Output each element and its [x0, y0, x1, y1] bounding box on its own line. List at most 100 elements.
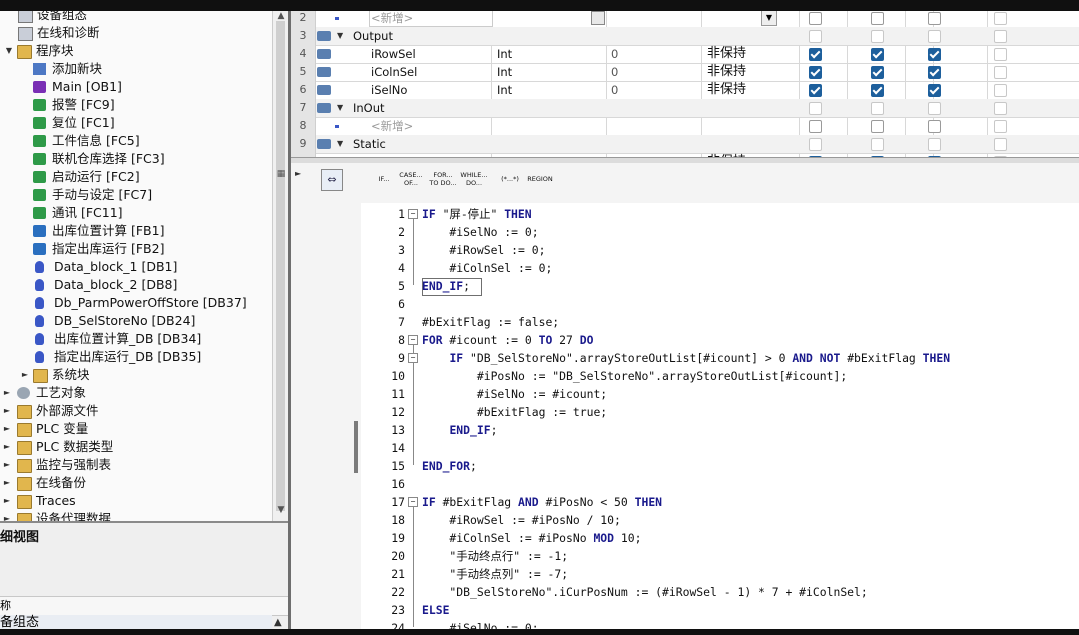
tree-item[interactable]: ► 工艺对象 [0, 384, 272, 402]
code-line[interactable]: 24 #iSelNo := 0; [361, 619, 1079, 629]
comment-snippet-button[interactable]: (*...*) [495, 175, 525, 203]
code-line[interactable]: 9− IF "DB_SelStoreNo".arrayStoreOutList[… [361, 349, 1079, 367]
visibility-checkbox[interactable] [871, 30, 884, 43]
visibility-checkbox[interactable] [928, 66, 941, 79]
tree-item[interactable]: Data_block_2 [DB8] [0, 276, 272, 294]
code-text[interactable]: #iColnSel := 0; [422, 259, 552, 277]
region-snippet-button[interactable]: REGION [525, 175, 555, 203]
variable-name[interactable]: iRowSel [371, 45, 416, 63]
code-line[interactable]: 1− IF "屏-停止" THEN [361, 205, 1079, 223]
tree-item[interactable]: ► 在线备份 [0, 474, 272, 492]
scl-code-editor[interactable]: 1− IF "屏-停止" THEN 2 #iSelNo := 0; 3 #iRowSe… [361, 203, 1079, 629]
collapsed-arrow-icon[interactable]: ► [20, 366, 30, 384]
collapsed-arrow-icon[interactable]: ► [2, 402, 12, 420]
fold-toggle-icon[interactable]: − [408, 353, 418, 363]
tree-item[interactable]: 报警 [FC9] [0, 96, 272, 114]
tree-item[interactable]: 通讯 [FC11] [0, 204, 272, 222]
code-text[interactable]: "DB_SelStoreNo".iCurPosNum := (#iRowSel … [422, 583, 867, 601]
code-text[interactable]: #iRowSel := 0; [422, 241, 545, 259]
browse-icon[interactable] [591, 11, 605, 25]
tree-item[interactable]: Main [OB1] [0, 78, 272, 96]
setpoint-checkbox[interactable] [994, 102, 1007, 115]
interface-row[interactable]: 5 iColnSel Int 0 非保持 [291, 63, 1079, 82]
code-text[interactable]: #iPosNo := "DB_SelStoreNo".arrayStoreOut… [422, 367, 847, 385]
data-type[interactable]: Int [497, 45, 512, 63]
visibility-checkbox[interactable] [928, 120, 941, 133]
tree-item[interactable]: ► PLC 数据类型 [0, 438, 272, 456]
visibility-checkbox[interactable] [871, 120, 884, 133]
while-snippet-button[interactable]: WHILE... DO... [459, 171, 489, 199]
code-line[interactable]: 13 END_IF; [361, 421, 1079, 439]
instruction-palette-icon[interactable]: ⇔ [321, 169, 343, 191]
variable-name[interactable]: iSelNo [371, 81, 407, 99]
tree-item[interactable]: ► 设备代理数据 [0, 510, 272, 521]
code-line[interactable]: 2 #iSelNo := 0; [361, 223, 1079, 241]
visibility-checkbox[interactable] [928, 48, 941, 61]
visibility-checkbox[interactable] [871, 66, 884, 79]
tree-item[interactable]: ► PLC 变量 [0, 420, 272, 438]
code-line[interactable]: 14 [361, 439, 1079, 457]
expand-arrow-icon[interactable]: ▼ [337, 27, 343, 45]
variable-name[interactable]: InOut [353, 99, 385, 117]
default-value[interactable]: 0 [611, 81, 618, 99]
tree-item[interactable]: Data_block_1 [DB1] [0, 258, 272, 276]
data-type[interactable]: Int [497, 81, 512, 99]
setpoint-checkbox[interactable] [994, 84, 1007, 97]
tree-scrollbar[interactable]: ▲ ▦ ▼ [272, 11, 289, 521]
interface-row[interactable]: 2 <新增> ▼ [291, 11, 1079, 28]
code-text[interactable]: END_IF; [422, 421, 497, 439]
interface-row[interactable]: 6 iSelNo Int 0 非保持 [291, 81, 1079, 100]
visibility-checkbox[interactable] [871, 102, 884, 115]
tree-item[interactable]: 指定出库运行 [FB2] [0, 240, 272, 258]
data-type[interactable]: Int [497, 63, 512, 81]
code-text[interactable]: "手动终点列" := -7; [422, 565, 568, 583]
code-text[interactable]: END_IF; [422, 277, 470, 295]
setpoint-checkbox[interactable] [994, 66, 1007, 79]
tree-item[interactable]: 出库位置计算 [FB1] [0, 222, 272, 240]
tree-item[interactable]: ► 系统块 [0, 366, 272, 384]
variable-name[interactable]: Output [353, 27, 393, 45]
fold-toggle-icon[interactable]: − [408, 335, 418, 345]
code-text[interactable]: #bExitFlag := false; [422, 313, 559, 331]
retain-value[interactable]: 非保持 [707, 63, 746, 81]
collapsed-arrow-icon[interactable]: ► [2, 492, 12, 510]
setpoint-checkbox[interactable] [994, 48, 1007, 61]
collapsed-arrow-icon[interactable]: ► [2, 384, 12, 402]
variable-name[interactable]: iColnSel [371, 63, 417, 81]
visibility-checkbox[interactable] [871, 84, 884, 97]
code-line[interactable]: 15 END_FOR; [361, 457, 1079, 475]
code-line[interactable]: 19 #iColnSel := #iPosNo MOD 10; [361, 529, 1079, 547]
code-line[interactable]: 20 "手动终点行" := -1; [361, 547, 1079, 565]
expand-arrow-icon[interactable]: ▼ [4, 42, 14, 60]
variable-name[interactable]: Static [353, 135, 386, 153]
interface-row[interactable]: 9 ▼ Static [291, 135, 1079, 154]
visibility-checkbox[interactable] [809, 102, 822, 115]
tree-item[interactable]: 复位 [FC1] [0, 114, 272, 132]
code-line[interactable]: 5 END_IF; [361, 277, 1079, 296]
tree-item[interactable]: 出库位置计算_DB [DB34] [0, 330, 272, 348]
code-text[interactable]: #iSelNo := #icount; [422, 385, 607, 403]
code-line[interactable]: 8− FOR #icount := 0 TO 27 DO [361, 331, 1079, 349]
collapsed-arrow-icon[interactable]: ► [2, 438, 12, 456]
collapsed-arrow-icon[interactable]: ► [2, 510, 12, 521]
code-line[interactable]: 16 [361, 475, 1079, 493]
setpoint-checkbox[interactable] [994, 120, 1007, 133]
visibility-checkbox[interactable] [928, 30, 941, 43]
scroll-up-icon[interactable]: ▲ [273, 11, 289, 21]
tree-item[interactable]: 联机仓库选择 [FC3] [0, 150, 272, 168]
visibility-checkbox[interactable] [928, 84, 941, 97]
collapsed-arrow-icon[interactable]: ► [2, 456, 12, 474]
code-text[interactable]: #iRowSel := #iPosNo / 10; [422, 511, 620, 529]
visibility-checkbox[interactable] [871, 12, 884, 25]
dropdown-arrow-icon[interactable]: ▼ [761, 11, 777, 26]
scrollbar-thumb[interactable] [276, 21, 285, 511]
code-text[interactable]: #iSelNo := 0; [422, 619, 538, 629]
tree-item[interactable]: 启动运行 [FC2] [0, 168, 272, 186]
code-text[interactable]: FOR #icount := 0 TO 27 DO [422, 331, 593, 349]
variable-name[interactable]: <新增> [371, 11, 413, 27]
interface-row[interactable]: 7 ▼ InOut [291, 99, 1079, 118]
tree-item[interactable]: ▼ 程序块 [0, 42, 272, 60]
details-name-column-header[interactable]: 称 [0, 596, 288, 616]
retain-value[interactable]: 非保持 [707, 45, 746, 63]
setpoint-checkbox[interactable] [994, 138, 1007, 151]
